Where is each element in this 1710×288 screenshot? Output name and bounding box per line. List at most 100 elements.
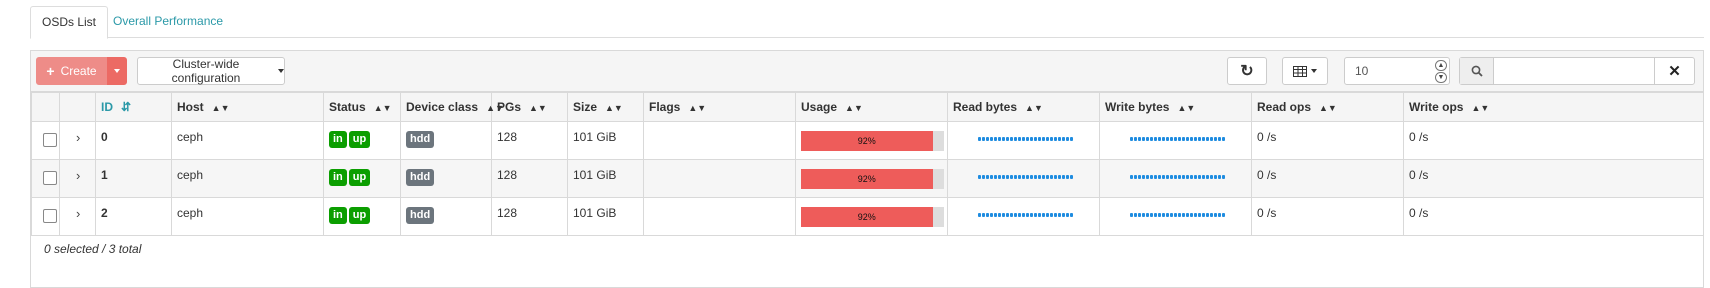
column-header-flags[interactable]: Flags ▲▼ — [643, 92, 796, 122]
sparkline-point — [978, 137, 981, 141]
column-header-read-ops[interactable]: Read ops ▲▼ — [1251, 92, 1404, 122]
tab-bar: OSDs List Overall Performance — [30, 6, 1704, 39]
sparkline-point — [1002, 213, 1005, 217]
sort-icon: ▲▼ — [529, 103, 547, 113]
cluster-wide-configuration-label: Cluster-wide configuration — [171, 57, 241, 85]
refresh-button[interactable]: ↻ — [1227, 57, 1267, 85]
increment-icon[interactable]: ▲ — [1435, 60, 1447, 71]
sparkline-point — [1210, 175, 1213, 179]
osd-write-bytes — [1099, 159, 1252, 198]
chevron-right-icon[interactable]: › — [76, 206, 80, 221]
sparkline-point — [1138, 175, 1141, 179]
sparkline-point — [1166, 175, 1169, 179]
row-checkbox[interactable] — [43, 209, 57, 223]
search-group: ✕ — [1459, 57, 1695, 85]
sort-icon: ▲▼ — [845, 103, 863, 113]
sparkline-point — [1006, 213, 1009, 217]
sparkline-point — [1018, 137, 1021, 141]
osd-read-bytes — [947, 159, 1100, 198]
column-header-write-ops[interactable]: Write ops ▲▼ — [1403, 92, 1704, 122]
sparkline-point — [994, 175, 997, 179]
create-button[interactable]: + Create — [36, 57, 107, 85]
column-header-host[interactable]: Host ▲▼ — [171, 92, 324, 122]
decrement-icon[interactable]: ▼ — [1435, 72, 1447, 83]
clear-search-button[interactable]: ✕ — [1654, 58, 1694, 84]
sparkline-point — [1070, 175, 1073, 179]
sparkline-point — [1002, 175, 1005, 179]
sparkline-point — [1022, 137, 1025, 141]
sparkline-point — [1130, 137, 1133, 141]
search-input[interactable] — [1495, 58, 1654, 84]
sparkline-point — [1134, 137, 1137, 141]
sparkline-point — [1190, 137, 1193, 141]
usage-bar-fill: 92% — [801, 207, 933, 227]
tab-overall-performance[interactable]: Overall Performance — [102, 6, 234, 39]
osd-flags — [643, 159, 796, 198]
column-header-usage[interactable]: Usage ▲▼ — [795, 92, 948, 122]
column-header-label: PGs — [497, 100, 522, 114]
sparkline-point — [1178, 175, 1181, 179]
close-icon: ✕ — [1668, 63, 1681, 80]
column-header-write-bytes[interactable]: Write bytes ▲▼ — [1099, 92, 1252, 122]
sparkline-point — [1034, 175, 1037, 179]
status-badge: up — [348, 131, 371, 148]
create-dropdown-toggle[interactable] — [107, 57, 127, 85]
osd-size: 101 GiB — [567, 159, 644, 198]
cluster-wide-configuration-button[interactable]: Cluster-wide configuration — [137, 57, 285, 85]
tab-osds-list[interactable]: OSDs List — [30, 6, 109, 39]
column-toggle-button[interactable] — [1282, 57, 1328, 85]
sparkline-point — [1174, 175, 1177, 179]
column-header-label: Size — [573, 100, 598, 114]
sparkline-point — [1162, 175, 1165, 179]
sparkline-point — [994, 137, 997, 141]
sparkline-point — [1010, 213, 1013, 217]
column-header-pgs[interactable]: PGs ▲▼ — [491, 92, 568, 122]
column-header-read-bytes[interactable]: Read bytes ▲▼ — [947, 92, 1100, 122]
table-row[interactable]: › 1 ceph in up hdd 128 101 GiB 92% 0 /s 0… — [31, 159, 1704, 198]
sort-icon: ▲▼ — [688, 103, 707, 113]
osd-usage: 92% — [795, 121, 948, 160]
device-class-badge: hdd — [406, 207, 435, 224]
chevron-right-icon[interactable]: › — [76, 168, 80, 183]
sparkline-point — [1210, 213, 1213, 217]
sparkline-point — [1194, 175, 1197, 179]
sort-icon: ▲▼ — [1319, 103, 1337, 113]
sparkline-point — [1134, 213, 1137, 217]
sparkline-point — [1038, 213, 1041, 217]
device-class-badge: hdd — [406, 169, 435, 186]
column-header-id[interactable]: ID ⇵ — [95, 92, 172, 122]
page-size-input[interactable] — [1345, 58, 1429, 84]
chevron-right-icon[interactable]: › — [76, 130, 80, 145]
sparkline-point — [1042, 175, 1045, 179]
osd-pgs: 128 — [491, 121, 568, 160]
sparkline-point — [1210, 137, 1213, 141]
sort-ascending-icon: ⇵ — [121, 100, 132, 114]
page-size-stepper[interactable]: ▲ ▼ — [1344, 57, 1450, 85]
column-header-status[interactable]: Status ▲▼ — [323, 92, 401, 122]
sparkline-point — [1154, 213, 1157, 217]
sparkline-point — [998, 137, 1001, 141]
row-checkbox[interactable] — [43, 171, 57, 185]
sparkline-point — [1058, 213, 1061, 217]
status-badge: in — [329, 207, 347, 224]
column-header-label: Write ops — [1409, 100, 1464, 114]
column-header-device-class[interactable]: Device class ▲▼ — [400, 92, 504, 122]
column-header-label: Usage — [801, 100, 838, 114]
sparkline-point — [1014, 213, 1017, 217]
column-header-label: ID — [101, 100, 113, 114]
osd-flags — [643, 121, 796, 160]
osd-id: 0 — [95, 121, 172, 160]
sparkline-point — [1198, 175, 1201, 179]
sparkline-point — [1142, 213, 1145, 217]
sparkline-point — [1162, 213, 1165, 217]
table-row[interactable]: › 0 ceph in up hdd 128 101 GiB 92% 0 /s 0… — [31, 121, 1704, 160]
row-checkbox[interactable] — [43, 133, 57, 147]
sparkline-point — [1006, 137, 1009, 141]
osd-device-class: hdd — [400, 121, 492, 160]
sparkline-point — [1158, 213, 1161, 217]
sparkline-point — [1038, 175, 1041, 179]
sparkline-point — [1222, 213, 1225, 217]
column-header-size[interactable]: Size ▲▼ — [567, 92, 644, 122]
sparkline-point — [1030, 175, 1033, 179]
sparkline-point — [1030, 213, 1033, 217]
